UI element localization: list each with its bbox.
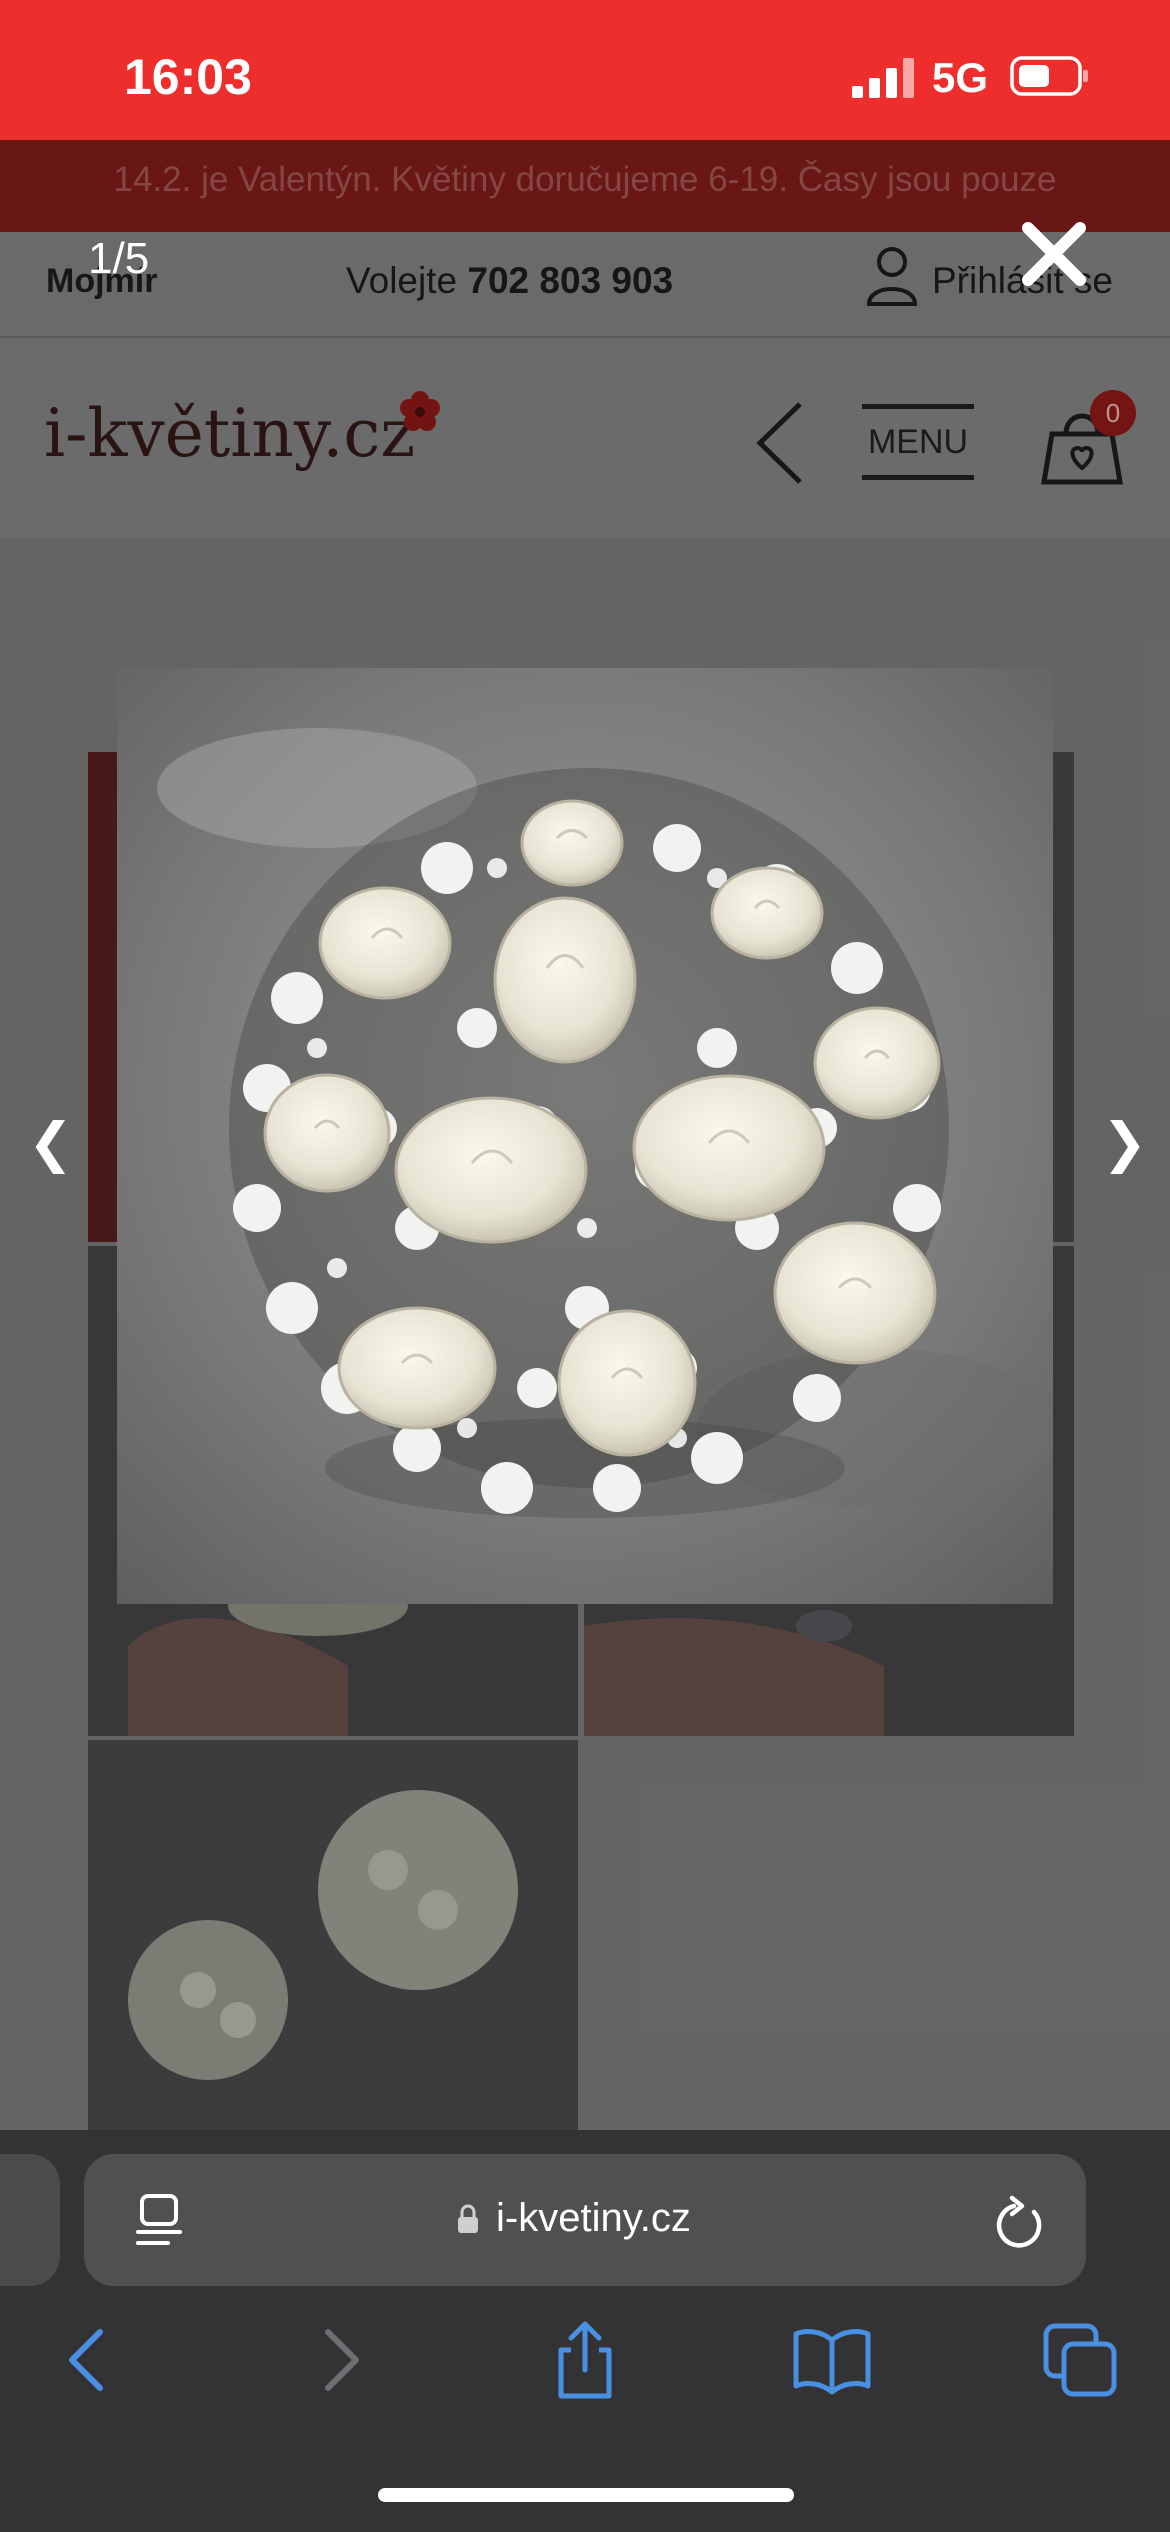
battery-icon [1010,56,1088,96]
cellular-signal-icon [852,58,914,98]
tabs-icon[interactable] [1040,2320,1120,2400]
close-icon[interactable] [1018,218,1090,290]
status-time: 16:03 [124,49,252,105]
next-image-button[interactable]: ❯ [1102,1108,1147,1178]
page-menu-icon[interactable] [134,2192,184,2248]
previous-image-button[interactable]: ❮ [28,1108,73,1178]
reload-icon[interactable] [994,2194,1046,2250]
bookmarks-icon[interactable] [792,2320,872,2400]
back-arrow-icon[interactable] [48,2320,128,2400]
previous-tab-preview[interactable] [0,2154,60,2286]
share-icon[interactable] [545,2320,625,2400]
network-type: 5G [932,54,989,101]
forward-arrow-icon[interactable] [300,2320,380,2400]
image-counter: 1/5 [88,234,150,283]
home-indicator[interactable] [378,2488,794,2502]
white-rose-bouquet-image [117,668,1053,1604]
lock-icon [458,2204,478,2233]
bouquet-photo [117,668,1053,1604]
url-text[interactable]: i-kvetiny.cz [496,2196,691,2241]
